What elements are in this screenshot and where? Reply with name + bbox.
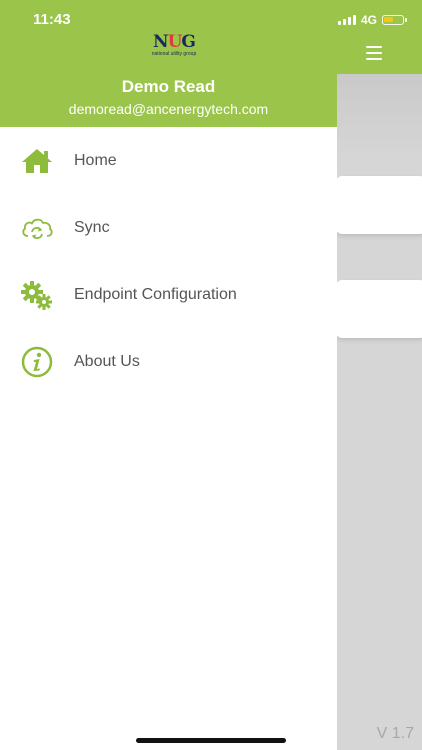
menu-item-label: About Us [74,352,140,370]
cloud-sync-icon [20,211,54,245]
home-indicator[interactable] [136,738,286,743]
menu-item-label: Sync [74,218,110,236]
hamburger-menu-icon[interactable] [366,46,382,60]
user-email: demoread@ancenergytech.com [68,101,269,117]
drawer-menu: Home Sync Endpoint Configuration About U… [0,127,337,395]
navigation-drawer: NUG national utility group Demo Read dem… [0,0,337,750]
app-screen: 11:43 4G NUG national utility group Demo… [0,0,422,750]
user-name: Demo Read [121,77,216,96]
status-time: 11:43 [33,11,71,28]
network-type: 4G [360,13,377,27]
menu-item-endpoint-configuration[interactable]: Endpoint Configuration [0,261,337,328]
gears-icon [20,278,54,312]
background-card [336,176,422,234]
signal-icon [337,15,356,25]
home-icon [20,144,54,178]
app-version: V 1.7 [376,725,414,742]
menu-item-home[interactable]: Home [0,127,337,194]
menu-item-about-us[interactable]: About Us [0,328,337,395]
menu-item-label: Home [74,151,117,169]
info-icon [20,345,54,379]
menu-item-label: Endpoint Configuration [74,285,237,303]
background-card [336,280,422,338]
status-bar: 11:43 4G [0,0,422,40]
menu-item-sync[interactable]: Sync [0,194,337,261]
battery-icon [382,15,407,25]
